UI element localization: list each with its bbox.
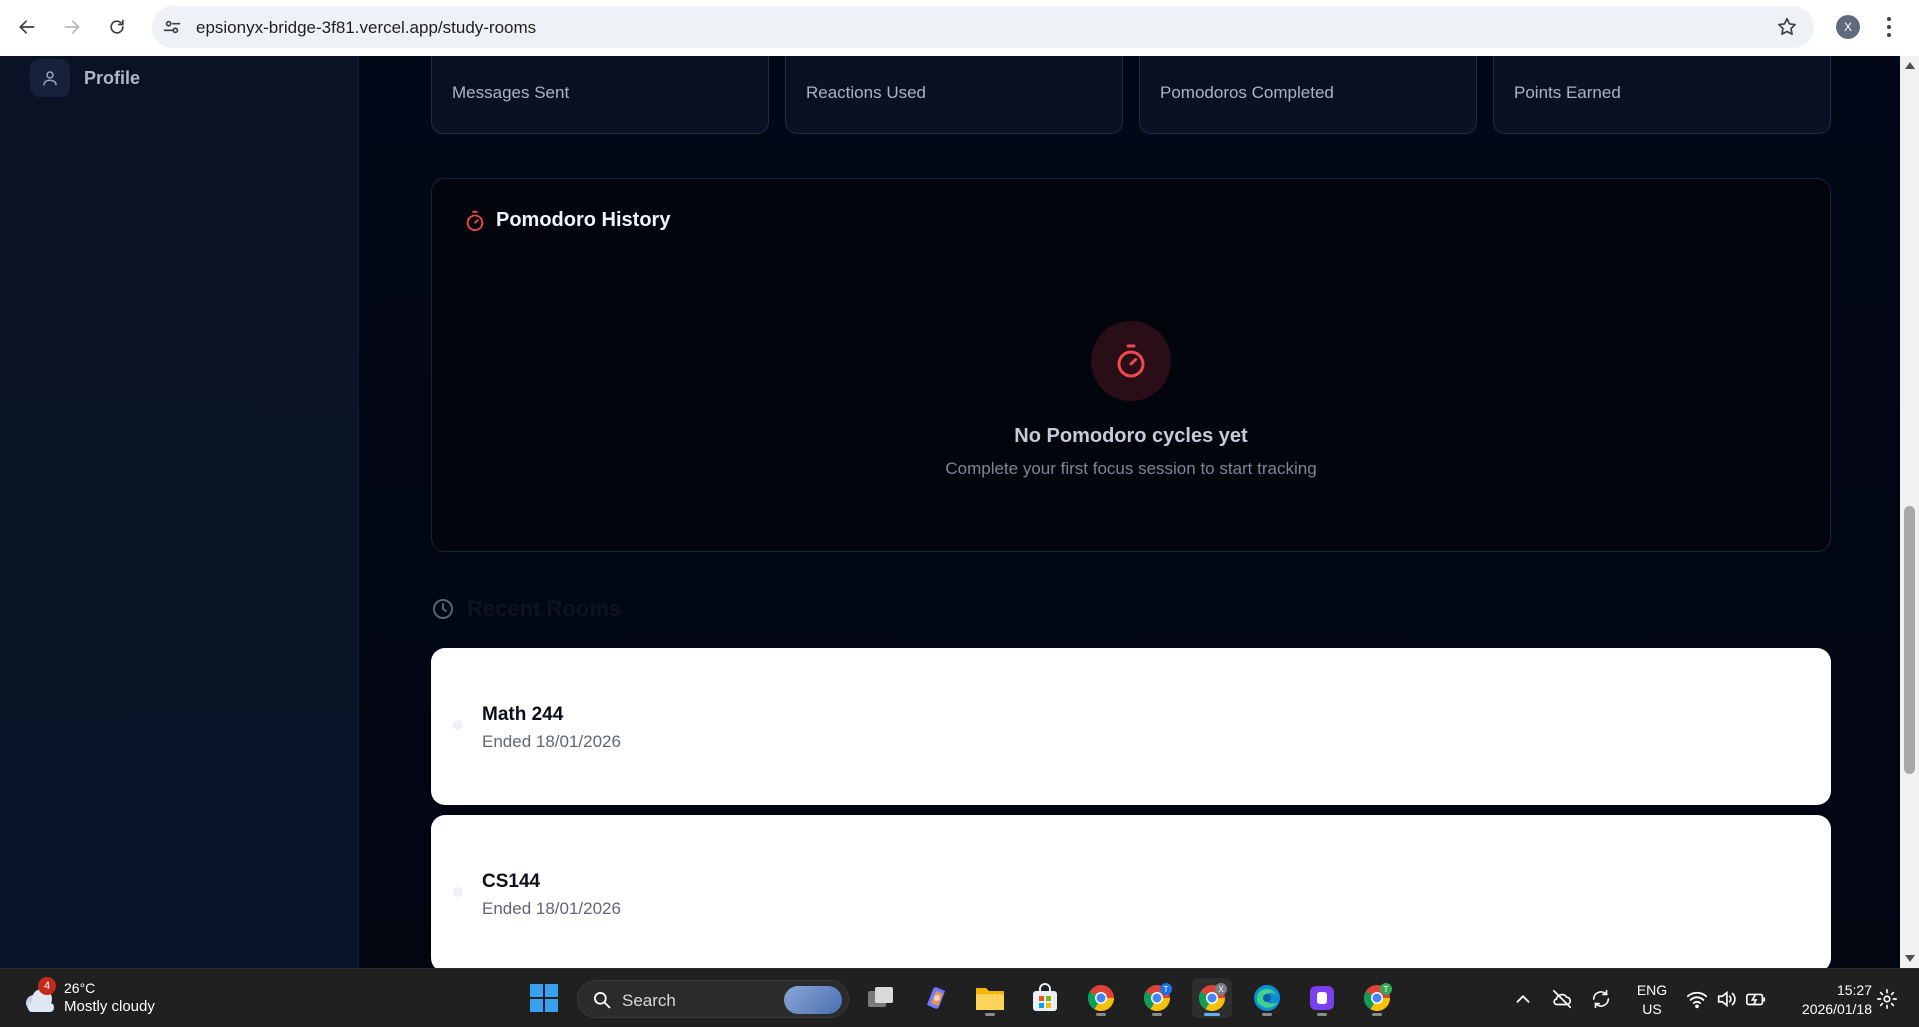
chrome-profile-t-icon[interactable]: T (1137, 978, 1177, 1018)
language-code: ENG (1636, 982, 1668, 998)
reload-icon[interactable] (102, 12, 132, 42)
address-bar[interactable]: epsionyx-bridge-3f81.vercel.app/study-ro… (152, 6, 1814, 48)
stat-label: Reactions Used (806, 83, 927, 102)
scrollbar-thumb[interactable] (1904, 506, 1915, 774)
battery-charging-icon[interactable] (1745, 988, 1767, 1010)
bookmark-star-icon[interactable] (1776, 16, 1798, 38)
stat-card-pomodoros: Pomodoros Completed (1139, 56, 1477, 134)
sync-icon[interactable] (1590, 988, 1612, 1010)
sidebar: Profile (0, 56, 359, 968)
taskbar-search[interactable]: Search (577, 980, 849, 1018)
stat-card-messages: Messages Sent (431, 56, 769, 134)
app-purple-icon[interactable] (1302, 978, 1342, 1018)
section-title: Pomodoro History (496, 209, 671, 231)
section-title: Recent Rooms (467, 596, 622, 621)
clock-time: 15:27 (1836, 982, 1872, 998)
start-button[interactable] (524, 978, 564, 1018)
stat-label: Points Earned (1514, 83, 1621, 102)
chrome-profile-x-icon[interactable]: X (1192, 978, 1232, 1018)
chrome-profile-green-icon[interactable]: T (1357, 978, 1397, 1018)
svg-text:T: T (1384, 985, 1389, 994)
scroll-down-icon[interactable] (1905, 955, 1915, 962)
empty-state-title: No Pomodoro cycles yet (1014, 425, 1248, 447)
profile-avatar[interactable]: X (1836, 15, 1860, 39)
recent-rooms-header: Recent Rooms (431, 596, 621, 622)
site-settings-icon[interactable] (162, 17, 182, 37)
browser-toolbar: epsionyx-bridge-3f81.vercel.app/study-ro… (0, 0, 1919, 56)
copilot-icon[interactable] (916, 978, 956, 1018)
cloud-off-icon[interactable] (1551, 988, 1573, 1010)
edge-icon[interactable] (1247, 978, 1287, 1018)
stat-card-points: Points Earned (1493, 56, 1831, 134)
room-card[interactable]: Math 244 Ended 18/01/2026 (431, 648, 1831, 805)
room-status: Ended 18/01/2026 (482, 732, 621, 751)
notification-settings-icon[interactable] (1876, 988, 1898, 1010)
status-dot (453, 887, 463, 897)
forward-icon[interactable] (57, 12, 87, 42)
page-scrollbar[interactable] (1900, 56, 1919, 968)
browser-menu-icon[interactable] (1884, 14, 1894, 40)
windows-logo-icon (530, 984, 558, 1012)
stat-label: Messages Sent (452, 83, 570, 102)
file-explorer-icon[interactable] (970, 978, 1010, 1018)
clock-icon (433, 599, 453, 619)
status-dot (453, 720, 463, 730)
main-content: Messages Sent Reactions Used Pomodoros C… (360, 56, 1900, 968)
scroll-up-icon[interactable] (1905, 62, 1915, 69)
weather-condition: Mostly cloudy (64, 997, 155, 1015)
weather-widget[interactable]: 4 26°C Mostly cloudy (20, 977, 155, 1017)
microsoft-store-icon[interactable] (1025, 978, 1065, 1018)
region-code: US (1642, 1001, 1662, 1017)
timer-icon (466, 210, 484, 231)
chevron-up-icon[interactable] (1512, 988, 1534, 1010)
search-icon (594, 992, 611, 1009)
svg-text:T: T (1164, 985, 1169, 994)
search-highlight-image (784, 986, 842, 1014)
wifi-icon[interactable] (1686, 988, 1708, 1010)
search-placeholder: Search (622, 991, 676, 1010)
app-viewport: Profile Messages Sent Reactions Used Pom… (0, 56, 1900, 968)
room-status: Ended 18/01/2026 (482, 899, 621, 918)
user-icon (30, 59, 70, 97)
stat-label: Pomodoros Completed (1160, 83, 1334, 102)
pomodoro-history-card: Pomodoro History No Pomodoro cycles yet … (431, 178, 1831, 552)
svg-text:X: X (1218, 985, 1224, 994)
sidebar-item-profile[interactable]: Profile (30, 59, 330, 97)
sidebar-item-label: Profile (84, 67, 141, 88)
system-clock[interactable]: 15:27 2026/01/18 (1784, 981, 1872, 1019)
chrome-icon[interactable] (1081, 978, 1121, 1018)
timer-icon (1091, 321, 1171, 401)
room-name: CS144 (482, 871, 541, 892)
volume-icon[interactable] (1715, 988, 1737, 1010)
stat-card-reactions: Reactions Used (785, 56, 1123, 134)
temperature: 26°C (64, 979, 96, 996)
task-view-icon[interactable] (861, 978, 901, 1018)
room-name: Math 244 (482, 704, 564, 725)
empty-state-subtitle: Complete your first focus session to sta… (945, 459, 1317, 478)
room-card[interactable]: CS144 Ended 18/01/2026 (431, 815, 1831, 968)
url-text[interactable]: epsionyx-bridge-3f81.vercel.app/study-ro… (196, 18, 536, 38)
weather-alert-badge: 4 (38, 977, 56, 995)
cloud-icon: 4 (20, 977, 60, 1017)
back-icon[interactable] (12, 12, 42, 42)
language-indicator[interactable]: ENG US (1634, 981, 1670, 1019)
clock-date: 2026/01/18 (1801, 1001, 1872, 1017)
windows-taskbar: 4 26°C Mostly cloudy Search T X T ENG US… (0, 968, 1919, 1027)
